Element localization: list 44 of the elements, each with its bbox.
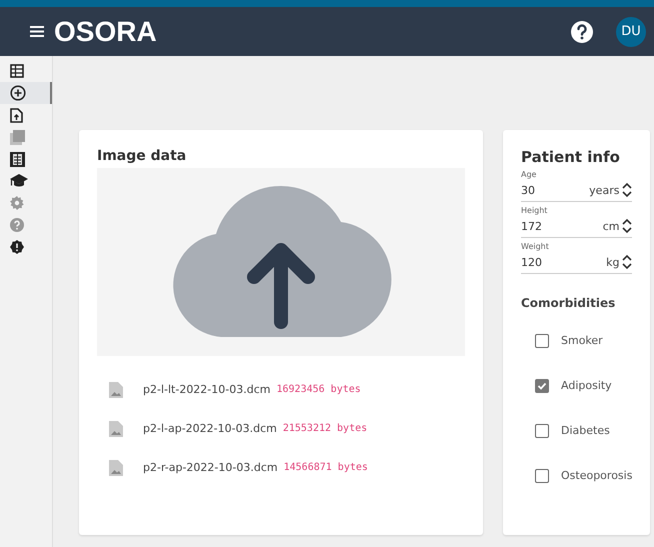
field-label: Weight xyxy=(521,242,550,251)
help-icon xyxy=(10,218,24,232)
image-file-icon xyxy=(109,460,123,476)
checkbox-label: Osteoporosis xyxy=(561,469,632,482)
number-field[interactable]: 120 kg xyxy=(521,251,632,274)
image-file-icon xyxy=(109,420,123,436)
checkbox-label: Adiposity xyxy=(561,379,612,392)
spinner-icon[interactable] xyxy=(622,182,632,198)
number-field[interactable]: 30 years xyxy=(521,179,632,202)
file-size: 21553212 bytes xyxy=(282,423,368,434)
card-title: Image data xyxy=(97,148,188,164)
images-icon xyxy=(10,130,25,144)
alert-icon xyxy=(10,240,24,254)
file-upload-icon xyxy=(10,108,23,122)
checkbox[interactable] xyxy=(535,378,549,392)
file-name: p2-r-ap-2022-10-03.dcm xyxy=(143,461,278,474)
field-label: Age xyxy=(521,170,538,179)
checkbox-label: Smoker xyxy=(561,334,603,347)
checkbox[interactable] xyxy=(535,424,549,438)
table-icon xyxy=(10,64,24,78)
help-icon[interactable] xyxy=(570,20,594,44)
menu-icon[interactable] xyxy=(30,26,44,37)
spinner-icon[interactable] xyxy=(622,254,632,270)
add-circle-icon xyxy=(10,85,26,101)
checkbox-label: Diabetes xyxy=(561,424,610,437)
field-label: Height xyxy=(521,206,548,215)
number-field[interactable]: 172 cm xyxy=(521,215,632,238)
card-title: Patient info xyxy=(521,148,621,166)
file-name: p2-l-lt-2022-10-03.dcm xyxy=(143,383,270,396)
file-size: 14566871 bytes xyxy=(284,462,368,473)
xray-icon xyxy=(10,152,25,166)
spinner-icon[interactable] xyxy=(622,218,632,234)
user-avatar[interactable]: DU xyxy=(616,16,646,46)
file-size: 16923456 bytes xyxy=(276,384,361,395)
upload-area[interactable] xyxy=(97,168,465,356)
file-name: p2-l-ap-2022-10-03.dcm xyxy=(143,422,277,435)
image-file-icon xyxy=(109,382,123,398)
settings-icon xyxy=(10,196,24,210)
checkbox[interactable] xyxy=(535,334,549,348)
section-title: Comorbidities xyxy=(521,296,616,310)
checkbox[interactable] xyxy=(535,468,549,482)
logo: OSORA xyxy=(54,16,157,48)
sidebar-item[interactable] xyxy=(0,82,52,104)
graduation-cap-icon xyxy=(10,174,28,188)
